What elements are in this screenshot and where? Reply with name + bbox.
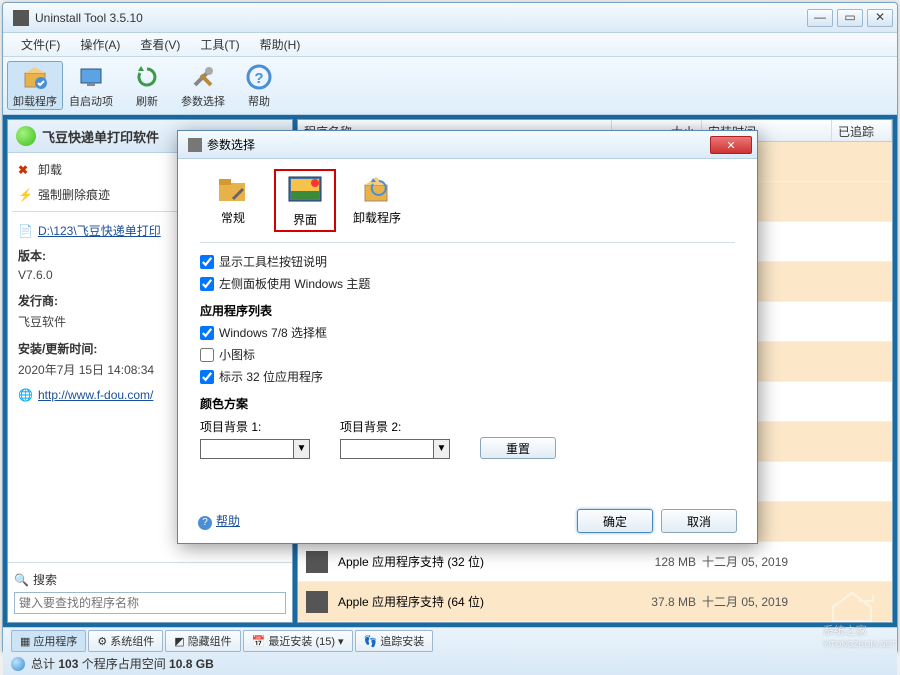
chevron-down-icon: ▼ bbox=[433, 440, 449, 458]
window-title: Uninstall Tool 3.5.10 bbox=[35, 11, 807, 25]
menu-help[interactable]: 帮助(H) bbox=[250, 33, 311, 56]
menubar: 文件(F) 操作(A) 查看(V) 工具(T) 帮助(H) bbox=[3, 33, 897, 57]
prefs-dialog: 参数选择 ✕ 常规 界面 卸载程序 显示工具栏按钮说明 左侧面板使用 Windo… bbox=[177, 130, 758, 544]
minimize-button[interactable]: — bbox=[807, 9, 833, 27]
prefs-tab-interface[interactable]: 界面 bbox=[274, 169, 336, 232]
maximize-button[interactable]: ▭ bbox=[837, 9, 863, 27]
globe-icon: 🌐 bbox=[18, 388, 32, 402]
broom-icon: ⚡ bbox=[18, 188, 32, 202]
main-titlebar: Uninstall Tool 3.5.10 — ▭ ✕ bbox=[3, 3, 897, 33]
svg-text:?: ? bbox=[254, 70, 263, 87]
chk-mark-32bit[interactable]: 标示 32 位应用程序 bbox=[200, 368, 735, 385]
refresh-icon bbox=[133, 63, 161, 91]
table-row[interactable]: Apple 应用程序支持 (32 位)128 MB十二月 05, 2019 bbox=[298, 542, 892, 582]
menu-action[interactable]: 操作(A) bbox=[70, 33, 130, 56]
tab-hidden[interactable]: ◩隐藏组件 bbox=[165, 630, 240, 652]
search-input[interactable] bbox=[14, 592, 286, 614]
cancel-button[interactable]: 取消 bbox=[661, 509, 737, 533]
table-row[interactable]: Apple 应用程序支持 (64 位)37.8 MB十二月 05, 2019 bbox=[298, 582, 892, 622]
help-icon: ? bbox=[245, 63, 273, 91]
chk-selection-frame[interactable]: Windows 7/8 选择框 bbox=[200, 324, 735, 341]
hidden-icon: ◩ bbox=[174, 635, 184, 648]
dialog-close-button[interactable]: ✕ bbox=[710, 136, 752, 154]
x-icon: ✖ bbox=[18, 163, 32, 177]
col-track[interactable]: 已追踪 bbox=[832, 120, 892, 141]
gear-icon: ⚙ bbox=[97, 635, 107, 648]
menu-tools[interactable]: 工具(T) bbox=[190, 33, 249, 56]
search-icon: 🔍 bbox=[14, 573, 29, 587]
box-icon bbox=[21, 63, 49, 91]
section-colors: 颜色方案 bbox=[200, 395, 735, 412]
chevron-down-icon: ▼ bbox=[293, 440, 309, 458]
toolbar-prefs[interactable]: 参数选择 bbox=[175, 61, 231, 110]
app-ball-icon bbox=[16, 126, 36, 146]
toolbar: 卸载程序 自启动项 刷新 参数选择 ? 帮助 bbox=[3, 57, 897, 115]
track-icon: 👣 bbox=[364, 635, 378, 648]
prefs-icon bbox=[188, 138, 202, 152]
toolbar-uninstall[interactable]: 卸载程序 bbox=[7, 61, 63, 110]
dialog-help-link[interactable]: ?帮助 bbox=[198, 512, 240, 530]
calendar-icon: 📅 bbox=[252, 635, 266, 648]
tab-system[interactable]: ⚙系统组件 bbox=[88, 630, 163, 652]
grid-icon: ▦ bbox=[20, 635, 30, 648]
tab-recent[interactable]: 📅最近安装 (15)▾ bbox=[243, 630, 353, 652]
folder-icon: 📄 bbox=[18, 224, 32, 238]
menu-file[interactable]: 文件(F) bbox=[11, 33, 70, 56]
search-label: 搜索 bbox=[33, 571, 57, 588]
bg2-label: 项目背景 2: bbox=[340, 418, 450, 435]
disk-icon bbox=[11, 657, 25, 671]
chk-small-icons[interactable]: 小图标 bbox=[200, 346, 735, 363]
toolbar-help[interactable]: ? 帮助 bbox=[231, 61, 287, 110]
app-icon bbox=[306, 591, 328, 613]
tools-icon bbox=[189, 63, 217, 91]
bg2-picker[interactable]: ▼ bbox=[340, 439, 450, 459]
reset-button[interactable]: 重置 bbox=[480, 437, 556, 459]
tab-track[interactable]: 👣追踪安装 bbox=[355, 630, 434, 652]
close-button[interactable]: ✕ bbox=[867, 9, 893, 27]
selected-program-name: 飞豆快递单打印软件 bbox=[42, 127, 159, 146]
chk-leftpanel-theme[interactable]: 左侧面板使用 Windows 主题 bbox=[200, 275, 735, 292]
chk-toolbar-hints[interactable]: 显示工具栏按钮说明 bbox=[200, 253, 735, 270]
prefs-tab-general[interactable]: 常规 bbox=[202, 169, 264, 232]
toolbar-startup[interactable]: 自启动项 bbox=[63, 61, 119, 110]
box-arrow-icon bbox=[359, 171, 395, 207]
display-icon bbox=[287, 173, 323, 209]
folder-tools-icon bbox=[215, 171, 251, 207]
bg1-label: 项目背景 1: bbox=[200, 418, 310, 435]
app-icon bbox=[306, 551, 328, 573]
dialog-title: 参数选择 bbox=[207, 136, 710, 153]
chevron-down-icon: ▾ bbox=[338, 635, 344, 648]
prefs-tab-uninstall[interactable]: 卸载程序 bbox=[346, 169, 408, 232]
menu-view[interactable]: 查看(V) bbox=[130, 33, 190, 56]
app-icon bbox=[13, 10, 29, 26]
ok-button[interactable]: 确定 bbox=[577, 509, 653, 533]
section-applist: 应用程序列表 bbox=[200, 302, 735, 319]
toolbar-refresh[interactable]: 刷新 bbox=[119, 61, 175, 110]
status-text: 总计 103 个程序占用空间 10.8 GB bbox=[31, 655, 214, 672]
bg1-picker[interactable]: ▼ bbox=[200, 439, 310, 459]
watermark: 系统之家YITONGZHIJIA.NET bbox=[823, 587, 896, 656]
tab-apps[interactable]: ▦应用程序 bbox=[11, 630, 86, 652]
monitor-icon bbox=[77, 63, 105, 91]
